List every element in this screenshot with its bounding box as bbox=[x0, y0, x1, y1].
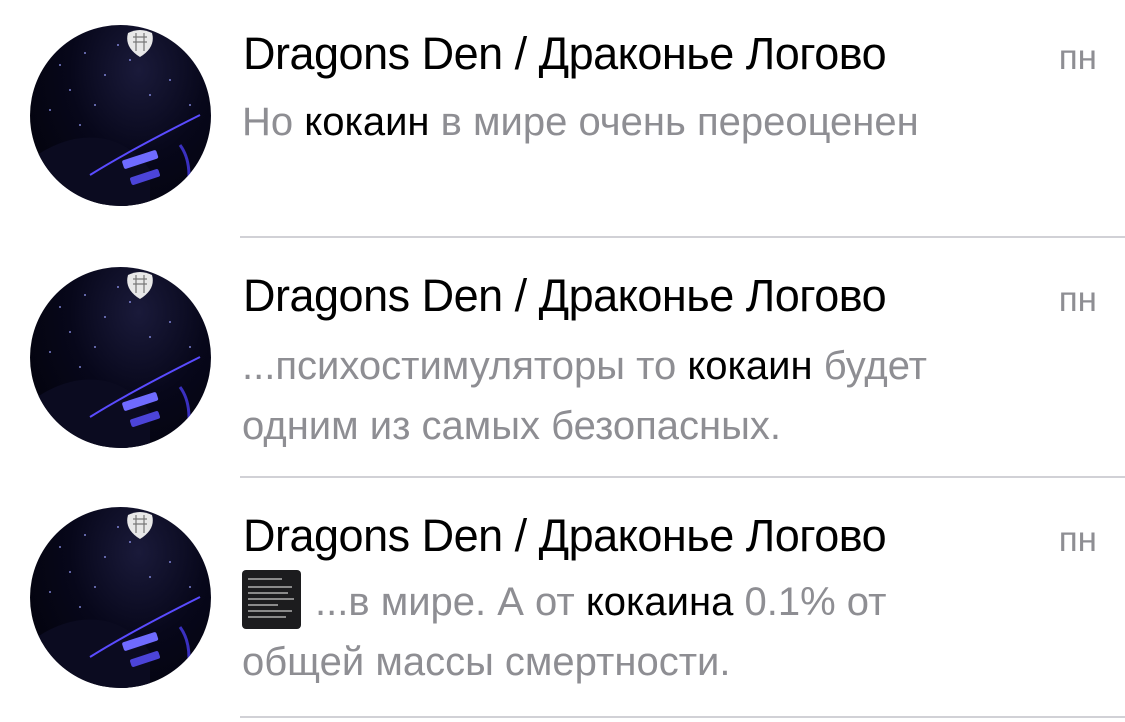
chat-title: Dragons Den / Драконье Логово bbox=[243, 510, 887, 561]
snippet-text: Но bbox=[242, 100, 305, 144]
search-result-row[interactable]: Dragons Den / Драконье Логово пн Но кока… bbox=[0, 0, 1125, 238]
search-term-highlight: кокаин bbox=[687, 344, 813, 388]
media-thumbnail bbox=[242, 570, 301, 629]
avatar-car-interior-image bbox=[30, 30, 201, 206]
avatar-car-interior-image bbox=[30, 512, 201, 688]
message-snippet: Но кокаин в мире очень переоценен bbox=[242, 92, 1102, 152]
chat-avatar bbox=[30, 267, 211, 448]
message-date: пн bbox=[1058, 38, 1097, 77]
snippet-line: ...психостимуляторы то кокаин будет bbox=[242, 336, 1102, 396]
snippet-text: будет bbox=[812, 344, 928, 388]
row-separator bbox=[240, 716, 1125, 718]
search-term-highlight: кокаин bbox=[304, 100, 430, 144]
snippet-line: ...в мире. А от кокаина 0.1% от bbox=[242, 570, 1102, 632]
chat-title: Dragons Den / Драконье Логово bbox=[243, 270, 887, 321]
message-date: пн bbox=[1058, 280, 1097, 319]
chat-avatar bbox=[30, 25, 211, 206]
message-date: пн bbox=[1058, 520, 1097, 559]
search-results-list: Dragons Den / Драконье Логово пн Но кока… bbox=[0, 0, 1125, 722]
message-snippet: ...психостимуляторы то кокаин будет одни… bbox=[242, 336, 1102, 456]
search-result-row[interactable]: Dragons Den / Драконье Логово пн ...в ми… bbox=[0, 478, 1125, 722]
snippet-line: общей массы смертности. bbox=[242, 640, 731, 684]
message-snippet: ...в мире. А от кокаина 0.1% от общей ма… bbox=[242, 570, 1102, 692]
chat-avatar bbox=[30, 507, 211, 688]
search-term-highlight: кокаина bbox=[585, 580, 734, 624]
snippet-line: Но кокаин в мире очень переоценен bbox=[242, 92, 1102, 152]
search-result-row[interactable]: Dragons Den / Драконье Логово пн ...псих… bbox=[0, 238, 1125, 478]
snippet-text: ...в мире. А от bbox=[315, 580, 586, 624]
snippet-text: 0.1% от bbox=[733, 580, 887, 624]
snippet-line: одним из самых безопасных. bbox=[242, 404, 781, 448]
snippet-text: в мире очень переоценен bbox=[429, 100, 919, 144]
avatar-car-interior-image bbox=[30, 272, 201, 448]
chat-title: Dragons Den / Драконье Логово bbox=[243, 28, 887, 79]
snippet-text: ...психостимуляторы то bbox=[242, 344, 688, 388]
